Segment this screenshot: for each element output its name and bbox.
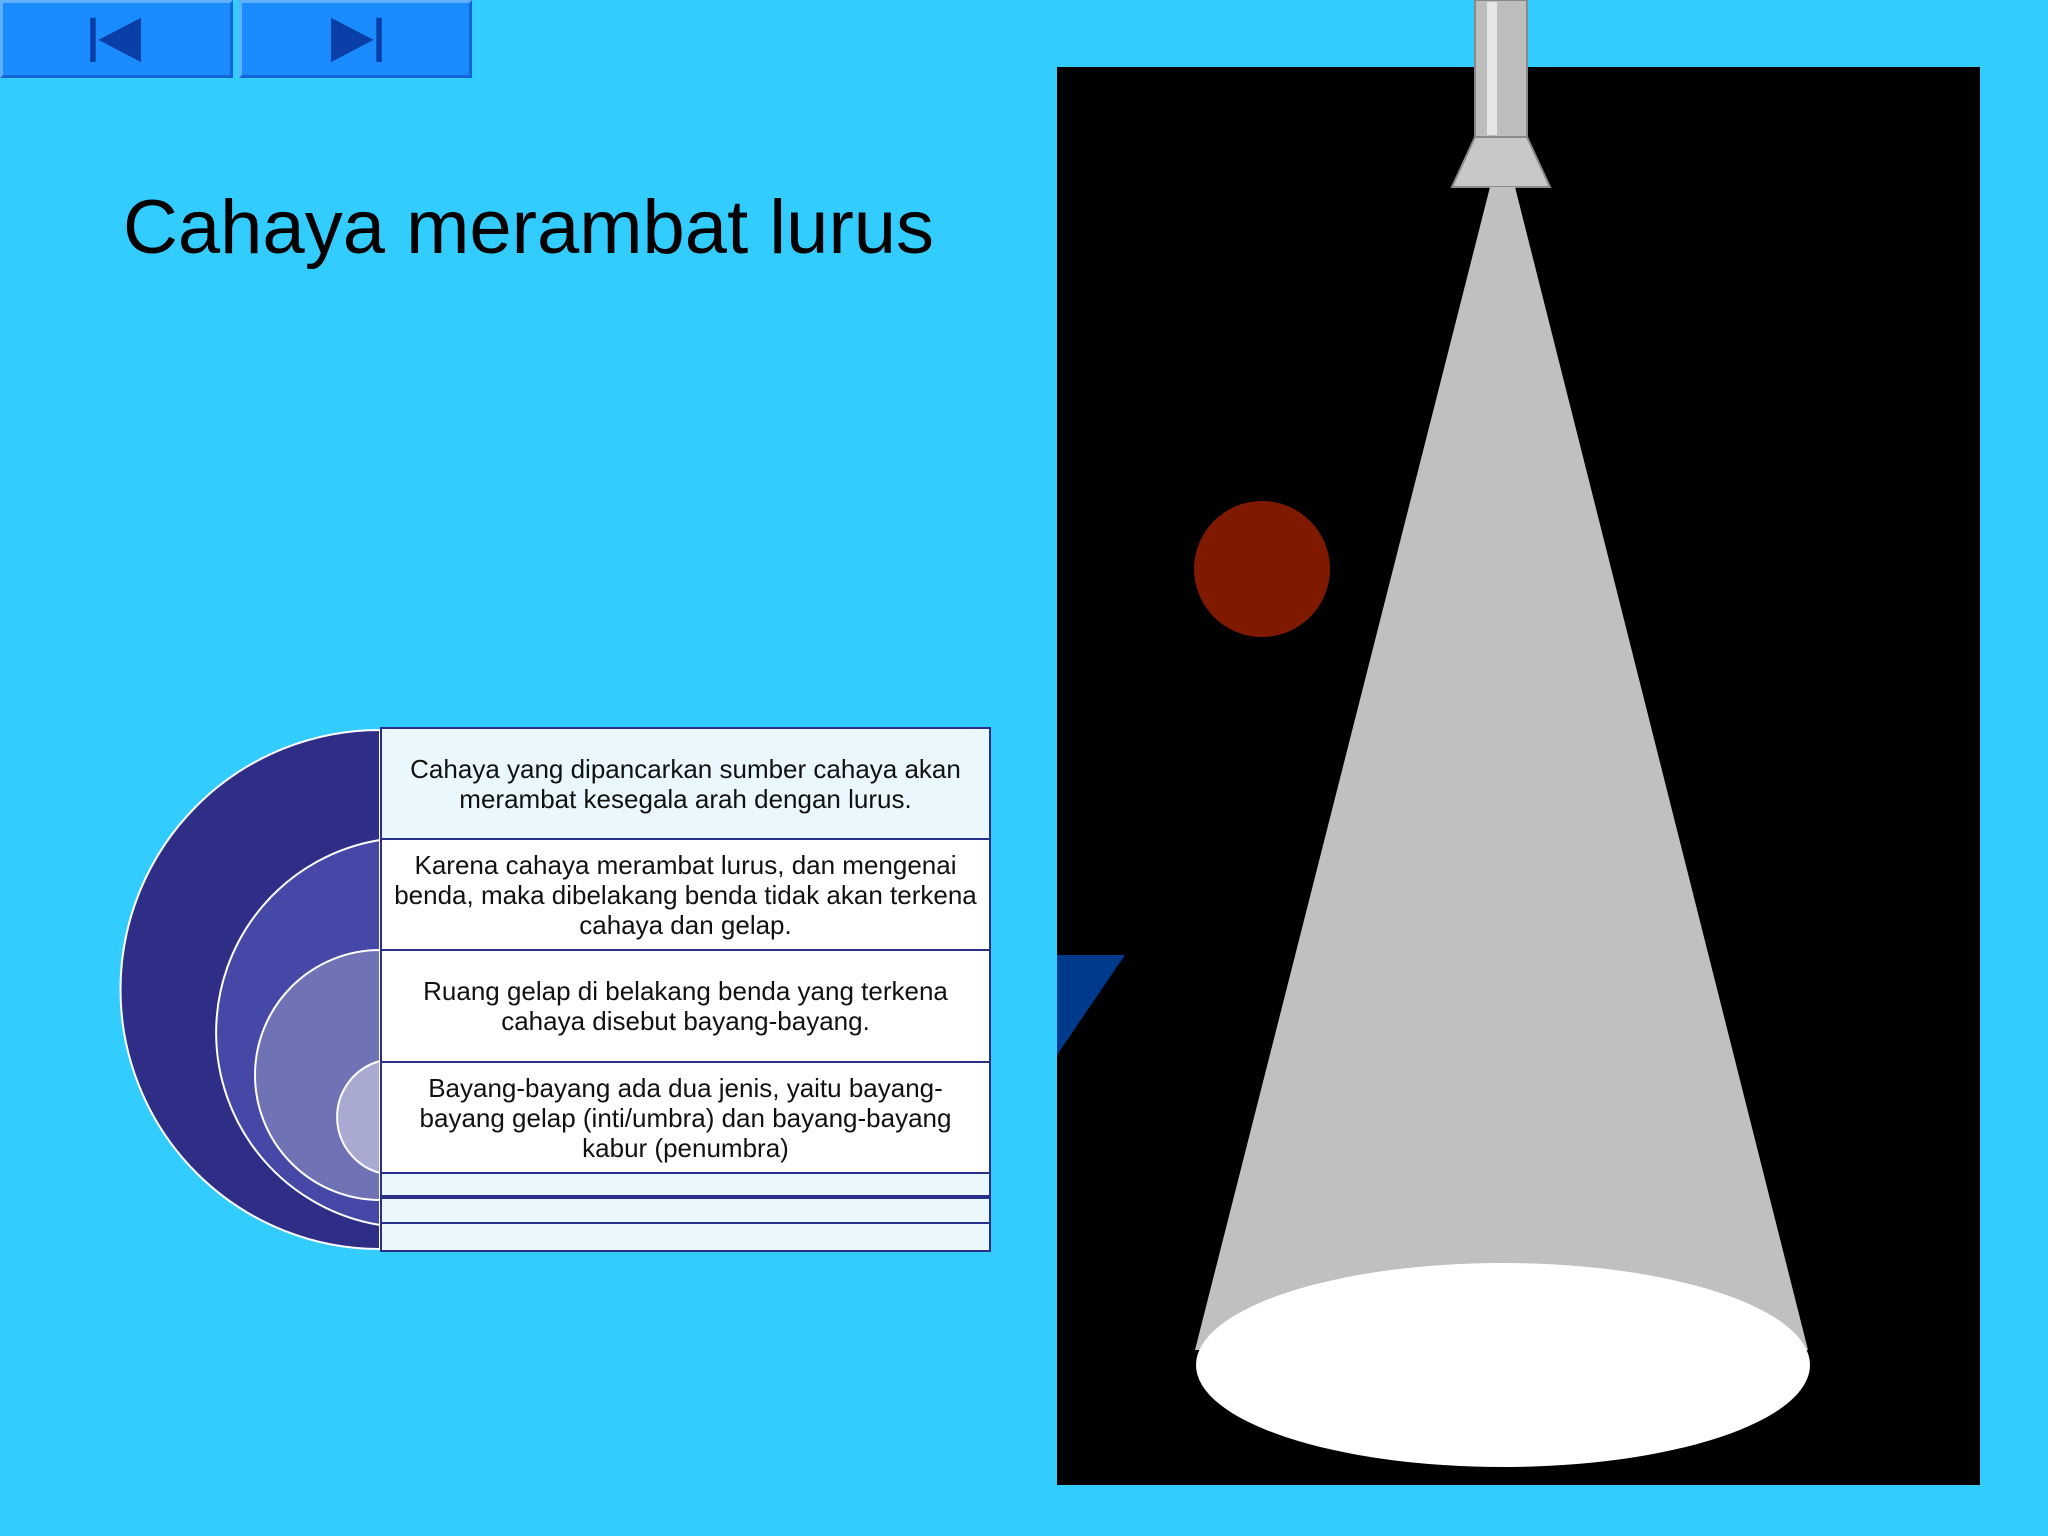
object-ball	[1194, 501, 1330, 637]
text-panel-blank-1	[380, 1172, 991, 1197]
previous-slide-button[interactable]	[0, 0, 233, 78]
panel-text-4: Bayang-bayang ada dua jenis, yaitu bayan…	[419, 1072, 952, 1163]
skip-back-icon	[90, 17, 141, 63]
text-panel-4: Bayang-bayang ada dua jenis, yaitu bayan…	[380, 1061, 991, 1174]
next-slide-button[interactable]	[239, 0, 472, 78]
slide-title: Cahaya merambat lurus	[123, 185, 935, 270]
light-spot	[1196, 1263, 1810, 1467]
panel-text-3: Ruang gelap di belakang benda yang terke…	[423, 976, 948, 1036]
text-panel-blank-2	[380, 1197, 991, 1224]
concentric-arc-graphic	[119, 728, 381, 1251]
panel-text-1: Cahaya yang dipancarkan sumber cahaya ak…	[410, 753, 961, 814]
light-diagram	[1057, 0, 1980, 1485]
panel-text-2: Karena cahaya merambat lurus, dan mengen…	[394, 849, 977, 940]
skip-forward-icon	[331, 17, 382, 63]
text-panel-blank-3	[380, 1222, 991, 1252]
text-panel-1: Cahaya yang dipancarkan sumber cahaya ak…	[380, 727, 991, 840]
lamp-pipe	[1474, 0, 1528, 138]
text-panel-2: Karena cahaya merambat lurus, dan mengen…	[380, 838, 991, 951]
text-panel-3: Ruang gelap di belakang benda yang terke…	[380, 949, 991, 1063]
